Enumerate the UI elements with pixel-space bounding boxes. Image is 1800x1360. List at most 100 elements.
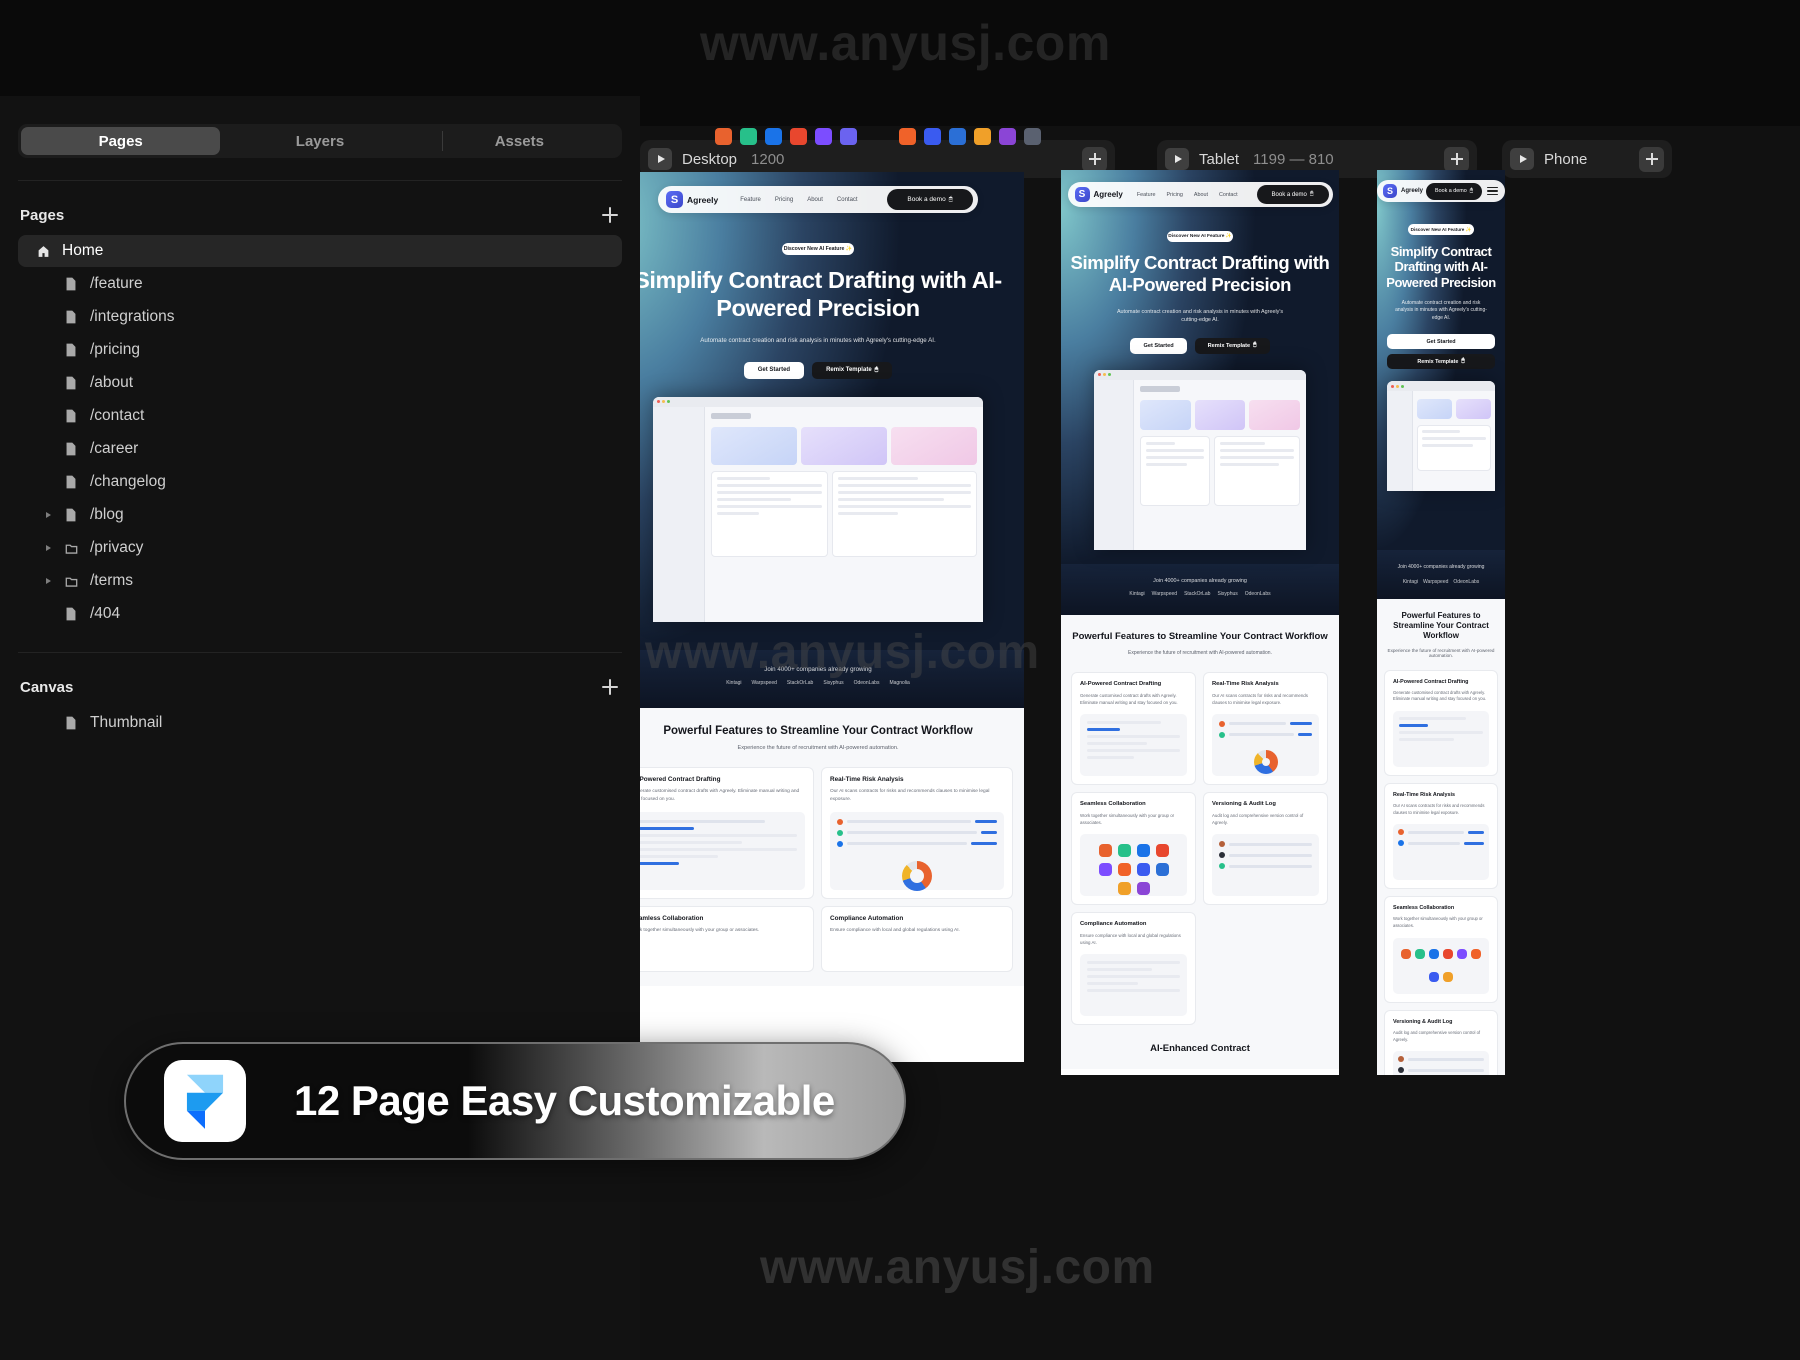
nav-link-feature[interactable]: Feature bbox=[1137, 192, 1156, 198]
get-started-button[interactable]: Get Started bbox=[1130, 337, 1187, 354]
get-started-button[interactable]: Get Started bbox=[743, 361, 805, 379]
sidebar-item-thumbnail[interactable]: Thumbnail bbox=[18, 707, 622, 739]
feature-card-desc: Audit log and comprehensive version cont… bbox=[1393, 1029, 1481, 1042]
tab-layers[interactable]: Layers bbox=[220, 127, 419, 155]
frame-desktop[interactable]: S Agreely Feature Pricing About Contact … bbox=[612, 172, 1024, 1062]
nav-link-pricing[interactable]: Pricing bbox=[1166, 192, 1182, 198]
sidebar-item-terms[interactable]: /terms bbox=[18, 565, 622, 597]
chevron-right-icon[interactable] bbox=[46, 545, 51, 551]
chevron-right-icon[interactable] bbox=[46, 578, 51, 584]
plugin-red-icon[interactable] bbox=[790, 128, 807, 145]
tab-assets[interactable]: Assets bbox=[420, 127, 619, 155]
add-page-button[interactable] bbox=[600, 205, 620, 225]
site-navbar[interactable]: S Agreely Feature Pricing About Contact … bbox=[658, 186, 978, 213]
sidebar-item-pricing[interactable]: /pricing bbox=[18, 334, 622, 366]
pages-section-title: Pages bbox=[20, 206, 65, 224]
sidebar-item-feature[interactable]: /feature bbox=[18, 268, 622, 300]
add-breakpoint-button[interactable] bbox=[1639, 146, 1664, 172]
mock-sidebar bbox=[1094, 379, 1134, 550]
feature-card[interactable]: Real-Time Risk Analysis Our AI scans con… bbox=[1384, 782, 1498, 890]
add-canvas-button[interactable] bbox=[600, 677, 620, 697]
feature-card-desc: Generate customised contract drafts with… bbox=[1393, 689, 1487, 702]
client-logo: StackOrLab bbox=[786, 680, 814, 686]
plugin-orange2-icon[interactable] bbox=[899, 128, 916, 145]
plugin-orange-icon[interactable] bbox=[715, 128, 732, 145]
feature-card[interactable]: Seamless Collaboration Work together sim… bbox=[1384, 896, 1498, 1003]
nav-cta-button[interactable]: Book a demo 🖱 bbox=[1426, 182, 1482, 200]
nav-link-contact[interactable]: Contact bbox=[1219, 192, 1238, 198]
client-logo-row: Kintagi Warpspeed StackOrLab Sisyphus Od… bbox=[612, 680, 1024, 686]
plugin-blue-icon bbox=[1429, 949, 1439, 960]
plugin-magenta-icon[interactable] bbox=[999, 128, 1016, 145]
sidebar-item-home[interactable]: Home bbox=[18, 235, 622, 267]
feature-card[interactable]: Real-Time Risk Analysis Our AI scans con… bbox=[1203, 671, 1328, 785]
feature-card-title: Versioning & Audit Log bbox=[1393, 1018, 1453, 1025]
feature-card[interactable]: Seamless Collaboration Work together sim… bbox=[622, 905, 814, 972]
site-navbar[interactable]: S Agreely Feature Pricing About Contact … bbox=[1067, 182, 1333, 207]
plugin-indigo-icon[interactable] bbox=[924, 128, 941, 145]
nav-link-feature[interactable]: Feature bbox=[740, 197, 761, 203]
frame-phone[interactable]: S Agreely Book a demo 🖱 Discover New AI … bbox=[1377, 170, 1505, 1075]
client-logo: OdeonLabs bbox=[1453, 578, 1480, 585]
preview-play-button[interactable] bbox=[1510, 148, 1534, 170]
feature-card-title: Versioning & Audit Log bbox=[1212, 800, 1276, 807]
feature-card-desc: Our AI scans contracts for risks and rec… bbox=[830, 789, 990, 803]
hero-title: Simplify Contract Drafting with AI-Power… bbox=[1386, 244, 1496, 290]
feature-card[interactable]: AI-Powered Contract Drafting Generate cu… bbox=[622, 767, 814, 899]
nav-link-about[interactable]: About bbox=[1194, 192, 1208, 198]
social-proof-text: Join 4000+ companies already growing bbox=[764, 666, 872, 673]
plugin-amber-icon[interactable] bbox=[974, 128, 991, 145]
nav-link-pricing[interactable]: Pricing bbox=[775, 197, 793, 203]
feature-card[interactable]: Versioning & Audit Log Audit log and com… bbox=[1384, 1009, 1498, 1075]
plugin-blue-icon[interactable] bbox=[765, 128, 782, 145]
nav-link-about[interactable]: About bbox=[807, 197, 823, 203]
feature-card[interactable]: Compliance Automation Ensure compliance … bbox=[1071, 912, 1196, 1026]
feature-card[interactable]: Compliance Automation Ensure compliance … bbox=[821, 905, 1013, 972]
remix-template-button[interactable]: Remix Template 🖱 bbox=[1194, 337, 1270, 354]
window-close-dot bbox=[657, 400, 660, 404]
plugin-amber-icon bbox=[1443, 972, 1453, 983]
add-breakpoint-button[interactable] bbox=[1444, 146, 1469, 172]
plugin-violet-icon[interactable] bbox=[840, 128, 857, 145]
plugin-blue2-icon[interactable] bbox=[949, 128, 966, 145]
mock-browser-bar bbox=[653, 396, 983, 407]
sidebar-item-contact[interactable]: /contact bbox=[18, 400, 622, 432]
mock-sidebar bbox=[1387, 391, 1413, 492]
nav-cta-button[interactable]: Book a demo 🖱 bbox=[887, 189, 973, 210]
sidebar-item-blog[interactable]: /blog bbox=[18, 499, 622, 531]
features-title: Powerful Features to Streamline Your Con… bbox=[1072, 631, 1328, 642]
client-logo: OdeonLabs bbox=[853, 680, 880, 686]
plugin-slate-icon[interactable] bbox=[1024, 128, 1041, 145]
sidebar-item-privacy[interactable]: /privacy bbox=[18, 532, 622, 564]
preview-play-button[interactable] bbox=[1165, 148, 1189, 170]
sidebar-item-404[interactable]: /404 bbox=[18, 598, 622, 630]
sidebar-item-changelog[interactable]: /changelog bbox=[18, 466, 622, 498]
tab-pages[interactable]: Pages bbox=[21, 127, 221, 155]
chevron-right-icon[interactable] bbox=[46, 512, 51, 518]
sidebar-item-career[interactable]: /career bbox=[18, 433, 622, 465]
feature-card[interactable]: Seamless Collaboration Work together sim… bbox=[1071, 791, 1196, 906]
plugin-green-icon[interactable] bbox=[740, 128, 757, 145]
sidebar-item-about[interactable]: /about bbox=[18, 367, 622, 399]
feature-card-art-audit bbox=[1212, 834, 1319, 897]
plugin-purple-icon[interactable] bbox=[815, 128, 832, 145]
sidebar-item-integrations[interactable]: /integrations bbox=[18, 301, 622, 333]
preview-play-button[interactable] bbox=[648, 148, 672, 170]
nav-cta-button[interactable]: Book a demo 🖱 bbox=[1256, 185, 1329, 204]
remix-template-button[interactable]: Remix Template 🖱 bbox=[812, 361, 893, 379]
remix-template-button[interactable]: Remix Template 🖱 bbox=[1387, 354, 1495, 370]
feature-card[interactable]: Real-Time Risk Analysis Our AI scans con… bbox=[821, 767, 1013, 899]
frame-tablet[interactable]: S Agreely Feature Pricing About Contact … bbox=[1061, 170, 1339, 1075]
get-started-button[interactable]: Get Started bbox=[1387, 334, 1495, 350]
feature-card[interactable]: AI-Powered Contract Drafting Generate cu… bbox=[1384, 669, 1498, 776]
feature-card[interactable]: AI-Powered Contract Drafting Generate cu… bbox=[1071, 671, 1196, 785]
client-logo: Warpspeed bbox=[1423, 578, 1449, 585]
nav-link-contact[interactable]: Contact bbox=[837, 197, 858, 203]
feature-card[interactable]: Versioning & Audit Log Audit log and com… bbox=[1203, 791, 1328, 906]
hero-subtitle: Automate contract creation and risk anal… bbox=[1116, 308, 1284, 323]
site-navbar[interactable]: S Agreely Book a demo 🖱 bbox=[1377, 180, 1505, 202]
hamburger-menu-icon[interactable] bbox=[1487, 186, 1498, 196]
features-grid: AI-Powered Contract Drafting Generate cu… bbox=[622, 767, 1014, 972]
window-max-dot bbox=[1108, 373, 1111, 377]
add-breakpoint-button[interactable] bbox=[1082, 146, 1107, 172]
